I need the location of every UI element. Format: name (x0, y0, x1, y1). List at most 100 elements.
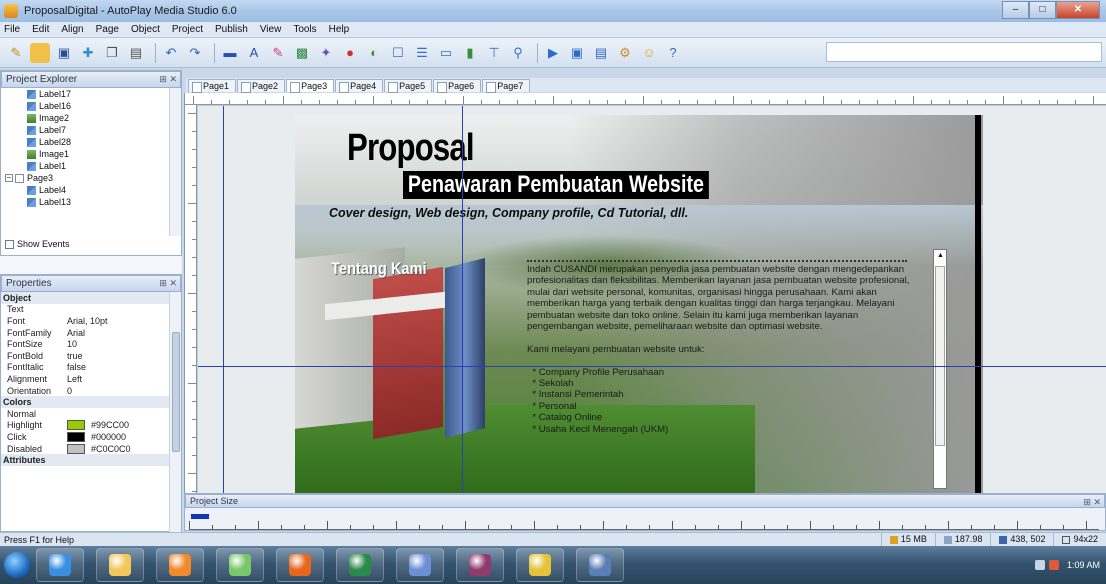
volume-icon[interactable] (1048, 560, 1059, 570)
properties-scrollbar[interactable] (169, 292, 181, 532)
property-value[interactable]: Left (61, 374, 171, 384)
property-row-fontbold[interactable]: FontBold true (1, 350, 171, 362)
taskbar-firefox[interactable] (276, 548, 324, 582)
menu-view[interactable]: View (260, 24, 282, 35)
property-row-fontsize[interactable]: FontSize 10 (1, 338, 171, 350)
copy-icon[interactable]: ❐ (102, 43, 122, 63)
tab-page5[interactable]: Page5 (384, 79, 433, 93)
slide-heading-label[interactable]: Tentang Kami (331, 259, 427, 279)
slide-paragraph[interactable]: Indah CUSANDI merupakan penyedia jasa pe… (527, 257, 947, 487)
property-row-normal[interactable]: Normal (1, 408, 171, 420)
taskbar-corel-draw[interactable] (336, 548, 384, 582)
tree-item-label1[interactable]: Label1 (1, 160, 169, 172)
settings-icon[interactable]: ⚙ (615, 43, 635, 63)
guide-line-vertical[interactable] (223, 106, 224, 493)
tree-item-label28[interactable]: Label28 (1, 136, 169, 148)
guide-line-vertical[interactable] (462, 106, 463, 493)
slide-page[interactable]: Proposal Penawaran Pembuatan Website Cov… (295, 115, 983, 493)
paste-icon[interactable]: ▤ (126, 43, 146, 63)
panel-pin-close-icon[interactable]: ⊞ ✕ (159, 278, 177, 289)
collapse-icon[interactable]: – (5, 174, 13, 182)
property-value[interactable]: Arial, 10pt (61, 316, 171, 326)
property-row-highlight[interactable]: Highlight #99CC00 (1, 420, 171, 432)
tab-page6[interactable]: Page6 (433, 79, 482, 93)
property-category-colors[interactable]: Colors (1, 396, 171, 408)
page-canvas[interactable]: Proposal Penawaran Pembuatan Website Cov… (198, 106, 1106, 493)
combobox-object-icon[interactable]: ▭ (436, 43, 456, 63)
smiley-icon[interactable]: ☺ (639, 43, 659, 63)
panel-pin-close-icon[interactable]: ⊞ ✕ (159, 74, 177, 85)
property-row-fontfamily[interactable]: FontFamily Arial (1, 327, 171, 339)
button-object-icon[interactable]: ▬ (220, 43, 240, 63)
property-value[interactable]: false (61, 362, 171, 372)
clock[interactable]: 1:09 AM (1067, 560, 1100, 570)
slide-subtitle-label[interactable]: Penawaran Pembuatan Website (403, 171, 709, 199)
taskbar-document[interactable] (576, 548, 624, 582)
publish-icon[interactable]: ▤ (591, 43, 611, 63)
taskbar-autoplay[interactable] (396, 548, 444, 582)
redo-icon[interactable]: ↷ (185, 43, 205, 63)
taskbar-file-explorer[interactable] (96, 548, 144, 582)
property-value[interactable]: #99CC00 (61, 420, 171, 431)
scroll-up-icon[interactable]: ▲ (937, 252, 944, 259)
menu-page[interactable]: Page (96, 24, 119, 35)
tab-page3[interactable]: Page3 (286, 79, 335, 93)
scrollbar-thumb[interactable] (172, 332, 180, 452)
tab-page7[interactable]: Page7 (482, 79, 531, 93)
save-icon[interactable]: ▣ (54, 43, 74, 63)
tab-page4[interactable]: Page4 (335, 79, 384, 93)
color-swatch[interactable] (67, 443, 85, 454)
property-value[interactable]: true (61, 351, 171, 361)
maximize-button[interactable]: □ (1029, 1, 1056, 19)
network-icon[interactable] (1034, 560, 1045, 570)
menu-tools[interactable]: Tools (293, 24, 316, 35)
windows-orb-icon[interactable] (4, 552, 30, 578)
slide-title-label[interactable]: Proposal (347, 127, 475, 170)
property-category-object[interactable]: Object (1, 292, 171, 304)
undo-icon[interactable]: ↶ (161, 43, 181, 63)
color-swatch[interactable] (67, 420, 85, 431)
tab-page1[interactable]: Page1 (188, 79, 237, 93)
property-row-text[interactable]: Text (1, 304, 171, 316)
explorer-scrollbar[interactable] (169, 88, 181, 236)
open-folder-icon[interactable] (30, 42, 50, 63)
video-object-icon[interactable]: ● (340, 43, 360, 63)
property-value[interactable]: #C0C0C0 (61, 443, 171, 454)
minimize-button[interactable]: – (1002, 1, 1029, 19)
tree-item-image1[interactable]: Image1 (1, 148, 169, 160)
property-row-font[interactable]: Font Arial, 10pt (1, 315, 171, 327)
close-button[interactable]: ✕ (1056, 1, 1100, 19)
panel-pin-close-icon[interactable]: ⊞ ✕ (1083, 497, 1101, 508)
menu-align[interactable]: Align (61, 24, 83, 35)
paragraph-scrollbar[interactable]: ▲ (933, 249, 947, 489)
add-page-icon[interactable]: ✚ (78, 43, 98, 63)
show-events-checkbox[interactable]: Show Events (5, 239, 70, 249)
tree-item-label16[interactable]: Label16 (1, 100, 169, 112)
tree-item-page3[interactable]: – Page3 (1, 172, 169, 184)
property-row-alignment[interactable]: Alignment Left (1, 373, 171, 385)
property-value[interactable]: Arial (61, 328, 171, 338)
paragraph-object-icon[interactable]: ✎ (268, 43, 288, 63)
help-icon[interactable]: ? (663, 43, 683, 63)
progress-object-icon[interactable]: ▮ (460, 43, 480, 63)
start-button[interactable] (2, 548, 32, 582)
search-icon[interactable]: ⚲ (508, 43, 528, 63)
property-category-attributes[interactable]: Attributes (1, 454, 171, 466)
wizard-icon[interactable]: ✎ (6, 43, 26, 63)
menu-edit[interactable]: Edit (32, 24, 49, 35)
property-value[interactable]: 0 (61, 386, 171, 396)
checkbox-icon[interactable] (5, 239, 14, 249)
property-row-fontitalic[interactable]: FontItalic false (1, 362, 171, 374)
build-icon[interactable]: ▣ (567, 43, 587, 63)
tree-item-label4[interactable]: Label4 (1, 184, 169, 196)
scrollbar-thumb[interactable] (935, 266, 945, 446)
menu-help[interactable]: Help (329, 24, 350, 35)
menu-project[interactable]: Project (172, 24, 203, 35)
input-object-icon[interactable]: ☐ (388, 43, 408, 63)
taskbar-internet-explorer[interactable] (36, 548, 84, 582)
tree-item-label17[interactable]: Label17 (1, 88, 169, 100)
property-row-click[interactable]: Click #000000 (1, 431, 171, 443)
flash-object-icon[interactable]: ✦ (316, 43, 336, 63)
preview-icon[interactable]: ▶ (543, 43, 563, 63)
color-swatch[interactable] (67, 431, 85, 442)
